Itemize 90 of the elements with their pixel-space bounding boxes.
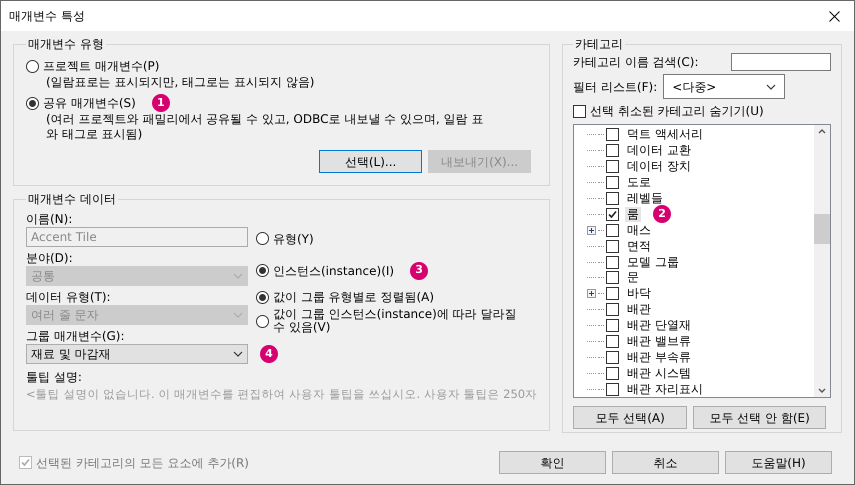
- checkbox[interactable]: [606, 208, 620, 221]
- number-badge: 1: [152, 94, 170, 112]
- scroll-down-icon[interactable]: [818, 388, 826, 393]
- field-label: 데이터 유형(T):: [26, 289, 112, 305]
- window-title: 매개변수 특성: [9, 8, 85, 25]
- field-label: 카테고리 이름 검색(C):: [573, 54, 699, 71]
- number-badge: 4: [260, 345, 278, 363]
- checkbox[interactable]: [606, 144, 620, 158]
- field-label: 필터 리스트(F):: [573, 78, 658, 96]
- checkbox[interactable]: [606, 160, 620, 174]
- radio-button[interactable]: [26, 96, 39, 110]
- radio-button[interactable]: [256, 232, 269, 245]
- checkbox[interactable]: [573, 104, 586, 118]
- dropdown-value: 여러 줄 문자: [31, 307, 99, 324]
- checkbox[interactable]: [606, 303, 620, 316]
- group-title: 매개변수 유형: [27, 36, 105, 53]
- chevron-down-icon: [233, 351, 243, 357]
- radio-label[interactable]: 값이 그룹 인스턴스(instance)에 따라 달라질 수 있음(V): [273, 308, 518, 334]
- scroll-up-icon[interactable]: [818, 129, 826, 134]
- tree-item[interactable]: 배관 단열재: [625, 318, 693, 334]
- field-label: 툴팁 설명:: [26, 369, 83, 386]
- tree-item[interactable]: 배관 시스템: [625, 366, 693, 381]
- tree-item[interactable]: 바닥: [625, 286, 654, 302]
- expand-icon[interactable]: [587, 289, 596, 298]
- checkbox[interactable]: [606, 240, 620, 253]
- checkbox[interactable]: [606, 319, 620, 332]
- checkbox[interactable]: [606, 287, 620, 300]
- tree-item[interactable]: 배관 밸브류: [625, 334, 693, 349]
- checkbox[interactable]: [606, 271, 620, 284]
- tooltip-text: <툴팁 설명이 없습니다. 이 매개변수를 편집하여 사용자 툴팁을 쓰십시오. 사용자 툴팁은 250자: [26, 386, 538, 403]
- number-badge: 3: [410, 262, 428, 280]
- option-description: (여러 프로젝트와 패밀리에서 공유될 수 있고, ODBC로 내보낼 수 있으며, 일람 표와 태그로 표시됨): [45, 112, 484, 142]
- tree-item[interactable]: 배관 자리표시: [625, 382, 705, 397]
- option-description: (일람표로는 표시되지만, 태그로는 표시되지 않음): [45, 75, 316, 90]
- close-icon: [828, 10, 840, 22]
- radio-button[interactable]: [26, 60, 39, 72]
- chevron-down-icon: [233, 312, 243, 318]
- dialog-button[interactable]: 선택(L)...: [319, 150, 422, 173]
- dropdown-value: <다중>: [672, 78, 716, 96]
- tree-item[interactable]: 문: [625, 270, 642, 286]
- checkbox[interactable]: [606, 176, 620, 190]
- tree-item[interactable]: 면적: [625, 238, 654, 254]
- tree-item[interactable]: 배관 부속류: [625, 350, 693, 365]
- chevron-down-icon: [233, 273, 243, 279]
- checkbox[interactable]: [606, 224, 620, 237]
- dropdown[interactable]: 재료 및 마감재: [26, 344, 248, 364]
- checkbox[interactable]: [606, 382, 620, 396]
- radio-label[interactable]: 유형(Y): [273, 230, 314, 248]
- field-label: 그룹 매개변수(G):: [26, 328, 126, 344]
- checkbox[interactable]: [606, 192, 620, 205]
- radio-label[interactable]: 값이 그룹 유형별로 정렬됨(A): [273, 291, 518, 304]
- dialog-button[interactable]: 취소: [612, 451, 719, 474]
- tree-item[interactable]: 룸: [625, 206, 642, 222]
- dropdown-value: 공통: [31, 268, 55, 285]
- radio-label[interactable]: 인스턴스(instance)(I): [273, 262, 394, 280]
- tree-item[interactable]: 배관: [625, 302, 654, 318]
- dropdown-value: 재료 및 마감재: [31, 346, 111, 363]
- radio-button[interactable]: [256, 264, 269, 277]
- scrollbar[interactable]: [814, 125, 830, 397]
- dialog-button[interactable]: 모두 선택(A): [573, 406, 688, 429]
- radio-label[interactable]: 프로젝트 매개변수(P): [43, 57, 160, 75]
- checkbox[interactable]: [606, 334, 620, 348]
- dialog-button[interactable]: 확인: [499, 451, 606, 474]
- scrollbar-thumb[interactable]: [814, 214, 830, 244]
- group-title: 매개변수 데이터: [27, 191, 117, 208]
- group-title: 카테고리: [574, 36, 624, 53]
- dialog-button[interactable]: 도움말(H): [725, 451, 832, 474]
- radio-button[interactable]: [256, 314, 269, 328]
- checkbox[interactable]: [606, 128, 620, 142]
- checkbox[interactable]: [606, 366, 620, 380]
- number-badge: 2: [653, 205, 672, 224]
- chevron-down-icon: [766, 84, 776, 90]
- radio-button[interactable]: [256, 291, 269, 304]
- dialog-button[interactable]: 모두 선택 안 함(E): [693, 406, 826, 429]
- tree-item[interactable]: 매스: [625, 222, 654, 238]
- tree-item[interactable]: 데이터 장치: [625, 159, 693, 174]
- tree-item[interactable]: 덕트 액세서리: [625, 127, 705, 142]
- tree-item[interactable]: 모델 그룹: [625, 254, 681, 270]
- tree-item[interactable]: 데이터 교환: [625, 143, 693, 158]
- field-label: 이름(N):: [26, 211, 74, 227]
- checkbox[interactable]: [606, 350, 620, 364]
- search-field[interactable]: [731, 53, 831, 71]
- tree-item[interactable]: 도로: [625, 175, 654, 190]
- radio-label[interactable]: 공유 매개변수(S): [43, 94, 136, 112]
- tree-item[interactable]: 레벨들: [625, 190, 666, 206]
- checkbox-label[interactable]: 선택 취소된 카테고리 숨기기(U): [590, 102, 764, 120]
- filter-dropdown[interactable]: <다중>: [663, 74, 786, 99]
- expand-icon[interactable]: [587, 226, 596, 235]
- field-label: 분야(D):: [26, 250, 74, 266]
- checkbox[interactable]: [606, 256, 620, 269]
